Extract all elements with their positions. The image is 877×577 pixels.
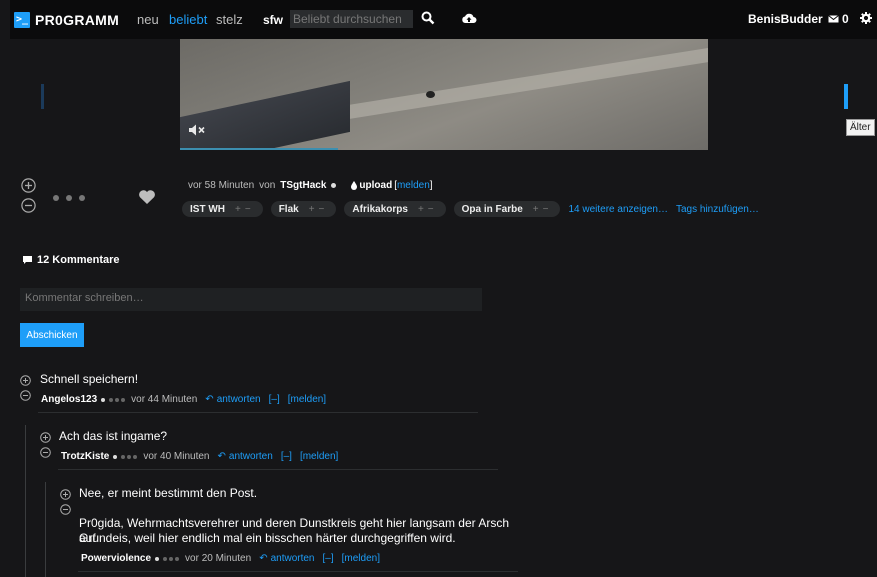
next-post-indicator[interactable] [844, 84, 848, 109]
collapse-link[interactable]: [–] [281, 451, 292, 462]
user-rank-dots [101, 397, 126, 402]
comment-input[interactable] [20, 288, 482, 311]
reply-arrow-icon: ↶ [205, 394, 214, 405]
comment-upvote-icon[interactable] [40, 432, 51, 443]
user-rank-dot [331, 183, 337, 188]
user-rank-dots [155, 556, 180, 561]
comment-time: vor 40 Minuten [143, 451, 210, 462]
tag[interactable]: IST WH +− [182, 201, 263, 217]
comment-separator [58, 469, 498, 470]
collapse-link[interactable]: [–] [269, 394, 280, 405]
sfw-filter-toggle[interactable]: sfw [263, 13, 283, 27]
reply-link[interactable]: antworten [271, 553, 315, 564]
top-navigation-bar: >_ PR0GRAMM neu beliebt stelz sfw BenisB… [10, 0, 877, 39]
comment-separator [38, 412, 478, 413]
video-frame-detail [426, 91, 435, 98]
mail-icon [828, 15, 839, 23]
comment-time: vor 20 Minuten [185, 553, 252, 564]
upload-label: upload [359, 180, 393, 191]
favorite-heart-icon[interactable] [138, 189, 156, 205]
comment-bubble-icon [23, 256, 32, 264]
username-link[interactable]: BenisBudder [748, 12, 823, 26]
comment-text: Schnell speichern! [40, 372, 139, 386]
show-more-tags-link[interactable]: 14 weitere anzeigen… [568, 204, 668, 215]
water-drop-icon [351, 181, 358, 190]
tag-vote-controls[interactable]: +− [418, 204, 438, 215]
comment-separator [78, 571, 518, 572]
comment-meta: Powerviolence vor 20 Minuten ↶ antworten… [81, 553, 380, 564]
inbox-button[interactable]: 0 [828, 12, 849, 26]
tag[interactable]: Afrikakorps +− [344, 201, 446, 217]
comment-upvote-icon[interactable] [20, 375, 31, 386]
comment-text-line: Grundeis, weil hier endlich mal ein biss… [79, 531, 456, 545]
submit-comment-button[interactable]: Abschicken [20, 323, 84, 347]
report-comment-link[interactable]: [melden] [300, 451, 338, 462]
nav-beliebt[interactable]: beliebt [169, 12, 207, 27]
comment-author[interactable]: Powerviolence [81, 553, 151, 564]
reply-arrow-icon: ↶ [259, 553, 268, 564]
tag-vote-controls[interactable]: +− [309, 204, 329, 215]
thread-line [45, 482, 46, 577]
comments-count: 12 Kommentare [37, 254, 120, 266]
logo-symbol: >_ [14, 11, 30, 28]
tag[interactable]: Opa in Farbe +− [453, 201, 561, 217]
post-time: vor 58 Minuten [188, 180, 255, 191]
comments-header: 12 Kommentare [22, 254, 120, 266]
gear-icon[interactable] [860, 12, 872, 24]
post-by-label: von [259, 180, 276, 191]
tag-label: IST WH [190, 203, 225, 215]
user-rank-dots [113, 454, 138, 459]
add-tags-link[interactable]: Tags hinzufügen… [676, 204, 759, 215]
tag-label: Flak [278, 203, 299, 215]
collapse-link[interactable]: [–] [323, 553, 334, 564]
nav-stelz[interactable]: stelz [216, 12, 243, 27]
comment-downvote-icon[interactable] [60, 504, 71, 515]
nav-neu[interactable]: neu [137, 12, 159, 27]
logo-text: PR0GRAMM [35, 11, 120, 28]
search-input[interactable] [290, 10, 413, 28]
muted-speaker-icon[interactable] [188, 123, 208, 137]
tag-vote-controls[interactable]: +− [533, 204, 553, 215]
tag-label: Afrikakorps [352, 203, 408, 215]
upvote-icon[interactable] [21, 178, 36, 193]
report-post-link[interactable]: melden [397, 180, 430, 191]
tag-vote-controls[interactable]: +− [235, 204, 255, 215]
thread-line [25, 425, 26, 577]
inbox-count: 0 [842, 12, 849, 26]
reply-link[interactable]: antworten [217, 394, 261, 405]
comment-downvote-icon[interactable] [20, 390, 31, 401]
comment-author[interactable]: Angelos123 [41, 394, 97, 405]
comment-text: Nee, er meint bestimmt den Post. [79, 486, 258, 500]
video-player[interactable] [180, 39, 708, 150]
previous-post-indicator[interactable] [41, 84, 44, 109]
comment-author[interactable]: TrotzKiste [61, 451, 109, 462]
report-bracket: [melden] [394, 180, 433, 191]
post-author[interactable]: TSgtHack [280, 180, 326, 191]
post-meta: vor 58 Minuten von TSgtHack upload [meld… [188, 180, 433, 191]
search-icon[interactable] [421, 11, 435, 25]
comment-meta: Angelos123 vor 44 Minuten ↶ antworten [–… [41, 394, 326, 405]
reply-arrow-icon: ↶ [217, 451, 226, 462]
comment-upvote-icon[interactable] [60, 489, 71, 500]
report-comment-link[interactable]: [melden] [288, 394, 326, 405]
tag-label: Opa in Farbe [461, 203, 523, 215]
reply-link[interactable]: antworten [229, 451, 273, 462]
upload-cloud-icon[interactable] [461, 11, 477, 25]
tag[interactable]: Flak +− [270, 201, 337, 217]
comment-time: vor 44 Minuten [131, 394, 198, 405]
comment-downvote-icon[interactable] [40, 447, 51, 458]
logo[interactable]: >_ PR0GRAMM [14, 11, 119, 28]
comment-text: Ach das ist ingame? [59, 429, 168, 443]
downvote-icon[interactable] [21, 198, 36, 213]
report-comment-link[interactable]: [melden] [342, 553, 380, 564]
video-progress-bar[interactable] [180, 148, 338, 150]
tag-list: IST WH +− Flak +− Afrikakorps +− Opa in Far… [182, 201, 759, 217]
comment-meta: TrotzKiste vor 40 Minuten ↶ antworten [–… [61, 451, 338, 462]
older-tooltip: Älter [846, 119, 875, 136]
score-hidden-dots [53, 195, 85, 201]
